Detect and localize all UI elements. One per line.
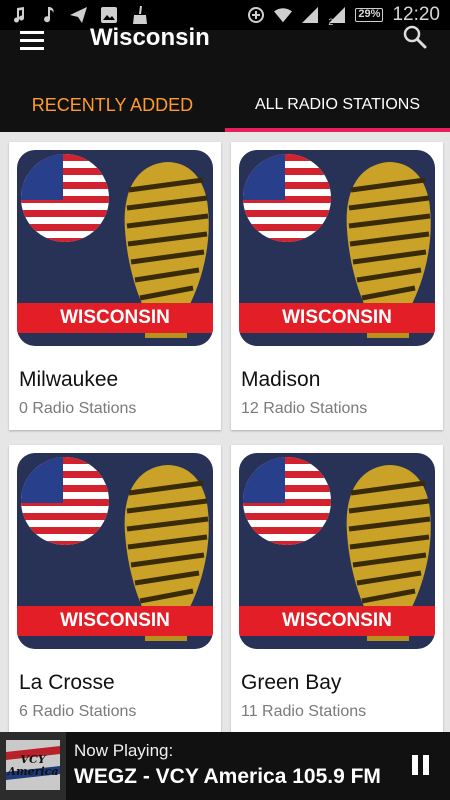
page-title: Wisconsin [90, 24, 210, 51]
tab-bar: RECENTLY ADDED ALL RADIO STATIONS [0, 78, 450, 132]
wifi-icon [274, 6, 293, 24]
city-card-madison[interactable]: WISCONSIN Madison 12 Radio Stations [231, 142, 443, 430]
thumbnail-banner-text: WISCONSIN [282, 610, 392, 631]
station-logo-text: VCY America [7, 753, 59, 778]
send-icon [70, 6, 88, 24]
music-note-icon [10, 6, 28, 24]
thumbnail-banner-text: WISCONSIN [60, 307, 170, 328]
signal-icon [301, 6, 319, 24]
battery-indicator: 29% [355, 8, 384, 22]
city-card-milwaukee[interactable]: WISCONSIN Milwaukee 0 Radio Stations [9, 142, 221, 430]
tab-all-radio-stations[interactable]: ALL RADIO STATIONS [225, 78, 450, 132]
station-logo: VCY America [0, 732, 66, 800]
city-name: Madison [241, 368, 321, 391]
wisconsin-radio-thumbnail: WISCONSIN [17, 453, 213, 649]
city-name: Milwaukee [19, 368, 119, 391]
thumbnail-banner-text: WISCONSIN [282, 307, 392, 328]
image-icon [100, 6, 118, 24]
thumbnail-banner-text: WISCONSIN [60, 610, 170, 631]
pause-icon[interactable] [412, 755, 430, 777]
search-icon[interactable] [402, 24, 428, 50]
city-name: Green Bay [241, 671, 342, 694]
wisconsin-radio-thumbnail: WISCONSIN [239, 453, 435, 649]
now-playing-bar[interactable]: VCY America Now Playing: WEGZ - VCY Amer… [0, 732, 450, 800]
music-note-icon [40, 6, 58, 24]
station-count: 12 Radio Stations [241, 400, 368, 417]
station-count: 11 Radio Stations [241, 703, 367, 720]
status-bar: 2 29% 12:20 [0, 0, 450, 30]
hamburger-menu-icon[interactable] [20, 31, 50, 50]
toolbar: Wisconsin [0, 24, 450, 51]
now-playing-label: Now Playing: [74, 741, 174, 760]
now-playing-station: WEGZ - VCY America 105.9 FM [74, 765, 381, 788]
signal-icon: 2 [328, 6, 346, 27]
city-card-green-bay[interactable]: WISCONSIN Green Bay 11 Radio Stations [231, 445, 443, 732]
wisconsin-radio-thumbnail: WISCONSIN [17, 150, 213, 346]
station-count: 6 Radio Stations [19, 703, 137, 720]
signal-slot-label: 2 [328, 17, 334, 27]
status-time: 12:20 [392, 4, 440, 25]
wisconsin-radio-thumbnail: WISCONSIN [239, 150, 435, 346]
city-grid: WISCONSIN Milwaukee 0 Radio Stations WIS… [0, 132, 450, 732]
broom-icon [130, 6, 148, 24]
city-card-la-crosse[interactable]: WISCONSIN La Crosse 6 Radio Stations [9, 445, 221, 732]
data-saver-icon [247, 6, 265, 24]
app-bar: Wisconsin RECENTLY ADDED ALL RADIO STATI… [0, 24, 450, 132]
station-count: 0 Radio Stations [19, 400, 137, 417]
tab-recently-added[interactable]: RECENTLY ADDED [0, 78, 225, 132]
city-name: La Crosse [19, 671, 115, 694]
